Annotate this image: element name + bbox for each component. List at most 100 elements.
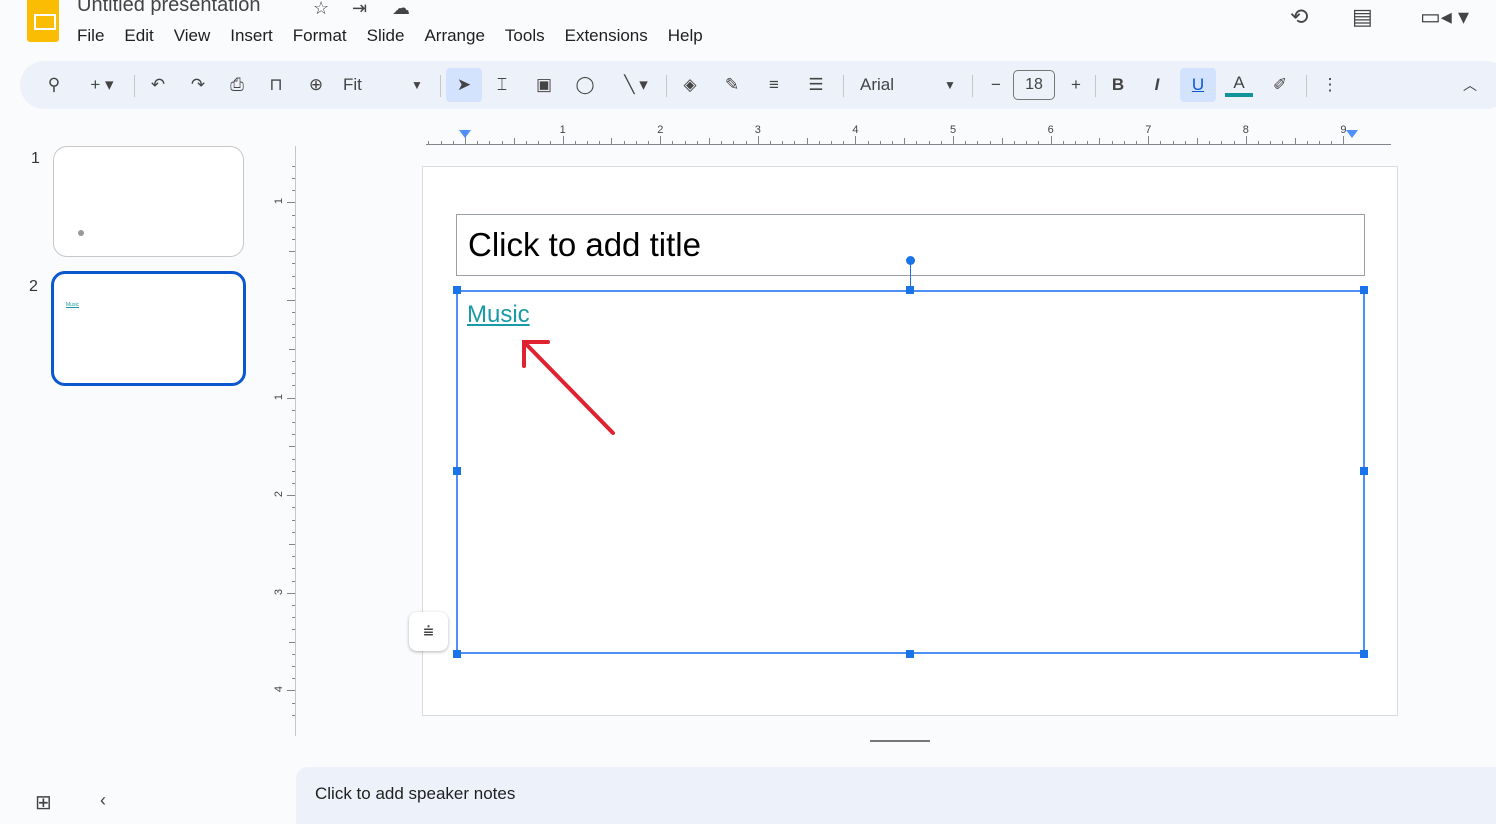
- ruler-tick: [292, 287, 295, 289]
- undo-icon[interactable]: ↶: [146, 73, 170, 97]
- ruler-label: 2: [273, 491, 286, 498]
- select-tool[interactable]: ➤: [446, 68, 482, 102]
- resize-handle[interactable]: [453, 467, 461, 475]
- ruler-tick: [287, 495, 295, 497]
- move-folder-icon[interactable]: ⇥: [352, 0, 367, 19]
- title-placeholder-text[interactable]: Click to add title: [468, 226, 701, 264]
- menu-edit[interactable]: Edit: [124, 26, 163, 46]
- menu-extensions[interactable]: Extensions: [565, 26, 658, 46]
- ruler-label: 8: [1242, 124, 1249, 136]
- more-options-icon[interactable]: ⋮: [1318, 73, 1342, 97]
- underline-button[interactable]: U: [1180, 68, 1216, 102]
- ruler-tick: [287, 202, 295, 204]
- resize-handle[interactable]: [1360, 467, 1368, 475]
- ruler-tick: [292, 458, 295, 460]
- font-select[interactable]: Arial ▼: [860, 73, 960, 97]
- menu-arrange[interactable]: Arrange: [424, 26, 494, 46]
- ruler-label: 4: [852, 124, 859, 136]
- menu-help[interactable]: Help: [668, 26, 713, 46]
- ruler-label: 3: [273, 588, 286, 595]
- new-slide-button[interactable]: + ▾: [82, 73, 122, 97]
- border-weight-icon[interactable]: ≡: [762, 73, 786, 97]
- print-icon[interactable]: ⎙: [225, 73, 249, 97]
- font-size-input[interactable]: 18: [1013, 70, 1055, 100]
- ruler-tick: [292, 214, 295, 216]
- ruler-tick: [292, 190, 295, 192]
- ruler-label: 1: [273, 393, 286, 400]
- resize-handle[interactable]: [1360, 650, 1368, 658]
- ruler-tick: [289, 348, 295, 350]
- toolbar: ⚲ + ▾ ↶ ↷ ⎙ ⊓ ⊕ Fit ▼ ➤ ⌶ ▣ ◯ ╲ ▾ ◈ ✎ ≡ ☰…: [20, 61, 1496, 109]
- thumbnail-text: Music: [66, 302, 80, 308]
- ruler-label: 1: [273, 198, 286, 205]
- menu-format[interactable]: Format: [293, 26, 357, 46]
- resize-handle[interactable]: [906, 650, 914, 658]
- menu-tools[interactable]: Tools: [505, 26, 555, 46]
- ruler-tick: [292, 678, 295, 680]
- ruler-baseline: [426, 144, 1391, 145]
- increase-font-size-button[interactable]: +: [1064, 73, 1088, 97]
- meet-icon[interactable]: ▭◂ ▾: [1420, 4, 1469, 30]
- search-menus-icon[interactable]: ⚲: [42, 73, 66, 97]
- speaker-notes[interactable]: Click to add speaker notes: [296, 767, 1496, 824]
- autofit-options-icon[interactable]: ⩧: [409, 612, 448, 651]
- resize-handle[interactable]: [1360, 286, 1368, 294]
- ruler-tick: [292, 519, 295, 521]
- star-icon[interactable]: ☆: [313, 0, 329, 19]
- resize-handle[interactable]: [453, 650, 461, 658]
- border-dash-icon[interactable]: ☰: [804, 73, 828, 97]
- vertical-ruler[interactable]: 1 1 2 3 4: [270, 146, 296, 736]
- ruler-tick: [292, 324, 295, 326]
- ruler-tick: [292, 653, 295, 655]
- menu-view[interactable]: View: [174, 26, 221, 46]
- image-icon[interactable]: ▣: [532, 73, 556, 97]
- slide-thumbnail-2[interactable]: Music: [51, 271, 246, 386]
- horizontal-ruler[interactable]: 123456789: [296, 120, 1496, 146]
- cloud-saved-icon[interactable]: ☁: [392, 0, 410, 19]
- slide-thumbnail-1[interactable]: [53, 146, 244, 257]
- decrease-font-size-button[interactable]: −: [984, 73, 1008, 97]
- version-history-icon[interactable]: ⟲: [1290, 4, 1308, 30]
- bold-button[interactable]: B: [1106, 73, 1130, 97]
- right-indent-marker[interactable]: [1346, 130, 1358, 138]
- ruler-label: 2: [657, 124, 664, 136]
- italic-button[interactable]: I: [1145, 73, 1169, 97]
- slides-logo[interactable]: [27, 0, 59, 42]
- grid-view-icon[interactable]: ⊞: [35, 790, 52, 815]
- ruler-tick: [292, 226, 295, 228]
- ruler-tick: [292, 385, 295, 387]
- ruler-label: 1: [559, 124, 566, 136]
- ruler-tick: [660, 136, 662, 144]
- resize-handle[interactable]: [453, 286, 461, 294]
- shape-icon[interactable]: ◯: [573, 73, 597, 97]
- ruler-tick: [292, 666, 295, 667]
- ruler-tick: [292, 507, 295, 509]
- paint-format-icon[interactable]: ⊓: [264, 73, 288, 97]
- resize-handle[interactable]: [906, 286, 914, 294]
- left-indent-marker[interactable]: [459, 130, 471, 138]
- ruler-tick: [292, 275, 295, 277]
- comments-icon[interactable]: ▤: [1352, 4, 1373, 30]
- document-title[interactable]: Untitled presentation: [77, 0, 260, 17]
- redo-icon[interactable]: ↷: [186, 73, 210, 97]
- notes-resize-handle[interactable]: [870, 740, 930, 742]
- zoom-icon[interactable]: ⊕: [304, 73, 328, 97]
- menu-file[interactable]: File: [77, 26, 114, 46]
- border-color-icon[interactable]: ✎: [720, 73, 744, 97]
- text-color-button[interactable]: A: [1225, 73, 1253, 97]
- collapse-toolbar-icon[interactable]: ︿: [1458, 73, 1482, 97]
- fill-color-icon[interactable]: ◈: [678, 73, 702, 97]
- line-icon[interactable]: ╲ ▾: [614, 73, 658, 97]
- ruler-tick: [292, 165, 295, 167]
- zoom-select[interactable]: Fit ▼: [343, 73, 433, 97]
- speaker-notes-placeholder[interactable]: Click to add speaker notes: [315, 784, 515, 804]
- ruler-tick: [292, 422, 295, 423]
- menu-slide[interactable]: Slide: [367, 26, 415, 46]
- highlight-color-icon[interactable]: ✐: [1268, 73, 1292, 97]
- music-link[interactable]: Music: [467, 301, 530, 329]
- rotate-handle[interactable]: [906, 256, 915, 265]
- collapse-panel-icon[interactable]: ‹: [100, 790, 106, 811]
- ruler-label: 4: [273, 686, 286, 693]
- text-box-icon[interactable]: ⌶: [490, 73, 514, 97]
- menu-insert[interactable]: Insert: [230, 26, 283, 46]
